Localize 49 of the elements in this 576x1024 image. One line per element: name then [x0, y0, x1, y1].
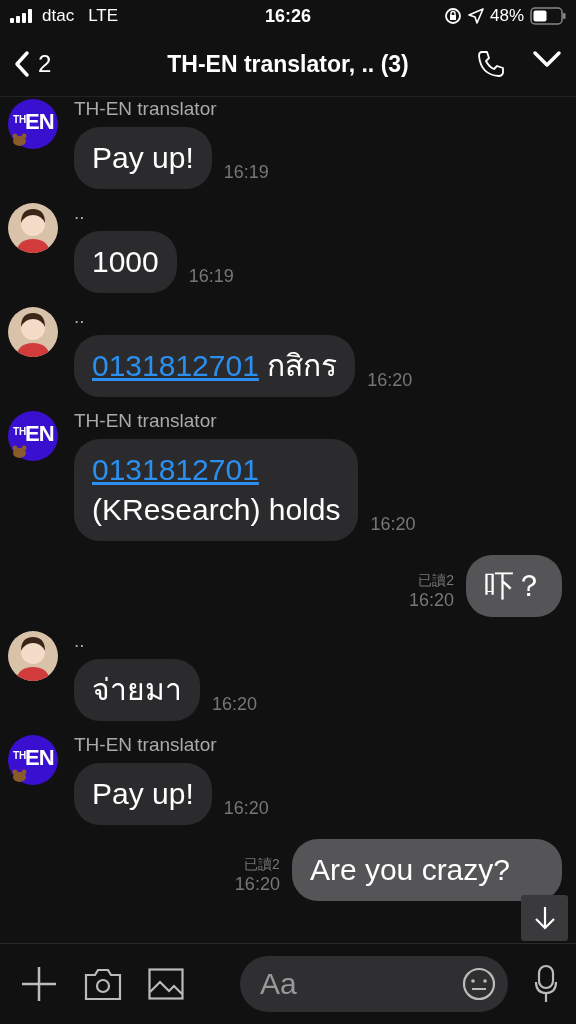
- message-time: 16:20: [370, 514, 416, 535]
- chevron-left-icon: [14, 50, 30, 78]
- account-number-link[interactable]: 0131812701: [92, 349, 259, 382]
- back-button[interactable]: 2: [14, 50, 124, 78]
- phone-icon[interactable]: [476, 49, 506, 79]
- message-text: จ่ายมา: [92, 673, 182, 706]
- sender-name: ..: [74, 307, 86, 327]
- carrier-name: dtac: [42, 6, 75, 26]
- location-arrow-icon: [468, 8, 484, 24]
- emoji-icon[interactable]: [462, 967, 496, 1001]
- sender-name: ..: [74, 203, 86, 223]
- message-time: 16:20: [408, 590, 454, 611]
- clock-time: 16:26: [265, 5, 312, 27]
- avatar-figure[interactable]: [8, 631, 58, 681]
- scroll-down-button[interactable]: [521, 895, 568, 941]
- avatar-figure[interactable]: [8, 203, 58, 253]
- read-receipt: 已讀2: [418, 572, 454, 590]
- message-text: Pay up!: [92, 141, 194, 174]
- camera-icon[interactable]: [84, 967, 122, 1001]
- message-text: กสิกร: [266, 349, 338, 382]
- battery-icon: [530, 7, 566, 25]
- message-time: 16:20: [234, 874, 280, 895]
- message-input[interactable]: Aa: [240, 956, 508, 1012]
- sender-name: TH-EN translator: [74, 411, 218, 431]
- microphone-icon[interactable]: [534, 964, 558, 1004]
- message-time: 16:20: [367, 370, 413, 391]
- avatar-figure[interactable]: [8, 307, 58, 357]
- battery-percent: 48%: [490, 6, 524, 26]
- sender-name: ..: [74, 631, 86, 651]
- account-number-link[interactable]: 0131812701: [92, 453, 259, 486]
- message-time: 16:19: [223, 162, 269, 183]
- sender-name: TH-EN translator: [74, 99, 218, 119]
- message-text: Pay up!: [92, 777, 194, 810]
- message-text: (KResearch) holds: [92, 493, 341, 526]
- rotation-lock-icon: [444, 7, 462, 25]
- message-text: Are you crazy?: [309, 853, 510, 886]
- message-text: 1000: [92, 245, 159, 278]
- message-time: 16:20: [223, 798, 269, 819]
- message-time: 16:20: [212, 694, 258, 715]
- read-receipt: 已讀2: [244, 856, 280, 874]
- plus-icon[interactable]: [20, 965, 58, 1003]
- arrow-down-icon: [532, 905, 557, 931]
- network-type: LTE: [88, 6, 119, 26]
- chat-title: TH-EN translator, .. (3): [166, 50, 410, 78]
- image-icon[interactable]: [148, 968, 184, 1000]
- chevron-down-icon[interactable]: [532, 49, 562, 69]
- message-text: 吓？: [484, 569, 544, 602]
- message-time: 16:19: [188, 266, 234, 287]
- sender-name: TH-EN translator: [74, 735, 218, 755]
